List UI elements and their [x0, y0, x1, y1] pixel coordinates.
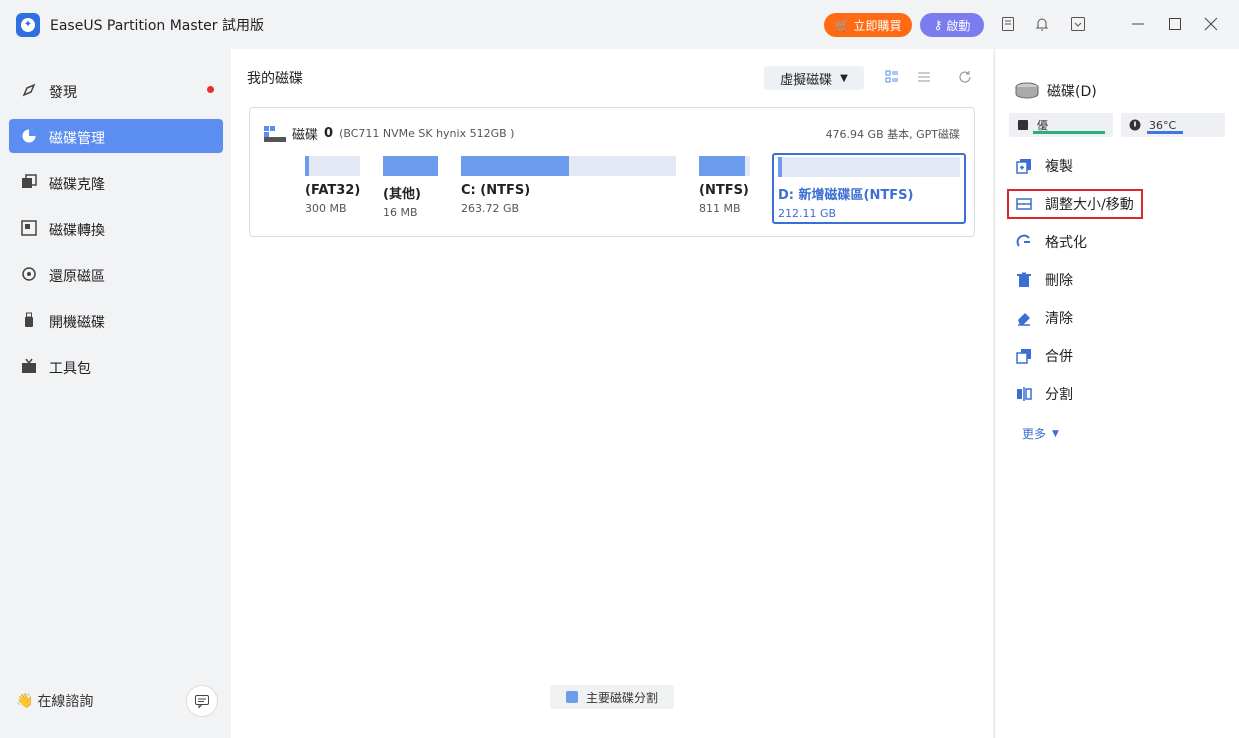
partition-d-selected[interactable]: D: 新增磁碟區(NTFS) 212.11 GB [772, 153, 966, 224]
resize-icon [1015, 195, 1033, 213]
app-title: EaseUS Partition Master 試用版 [50, 18, 264, 34]
close-icon[interactable] [1201, 14, 1221, 34]
partition-ntfs[interactable]: (NTFS) 811 MB [699, 156, 750, 215]
convert-icon [21, 220, 37, 236]
title-bar: ✦ EaseUS Partition Master 試用版 🛒 立即購買 ⚷ 啟… [0, 0, 1239, 48]
app-logo-icon: ✦ [16, 13, 40, 37]
key-icon: ⚷ [933, 18, 943, 32]
disk-icon [264, 125, 286, 142]
minimize-icon[interactable] [1128, 14, 1148, 34]
resize-move-button[interactable]: 調整大小/移動 [1007, 189, 1143, 219]
chat-button[interactable] [186, 685, 218, 717]
sidebar-item-boot-disk[interactable]: 開機磁碟 [9, 303, 223, 337]
delete-button[interactable]: 刪除 [1015, 267, 1215, 293]
sidebar-item-disk-clone[interactable]: 磁碟克隆 [9, 165, 223, 199]
usage-fill [699, 156, 745, 176]
recover-icon [22, 267, 36, 281]
chat-icon [195, 695, 209, 709]
sidebar-item-label: 發現 [49, 85, 77, 101]
notification-dot [207, 86, 214, 93]
grid-view-icon[interactable] [884, 69, 900, 85]
usage-fill [461, 156, 569, 176]
refresh-icon[interactable] [957, 69, 973, 85]
sidebar-item-label: 磁碟轉換 [49, 223, 105, 239]
legend-swatch [565, 691, 578, 703]
sidebar-item-disk-management[interactable]: 磁碟管理 [9, 119, 223, 153]
format-icon [1015, 233, 1033, 251]
buy-now-button[interactable]: 🛒 立即購買 [824, 13, 912, 37]
usage-fill [383, 156, 438, 176]
sidebar: 發現 磁碟管理 磁碟克隆 磁碟轉換 還原磁區 開機磁碟 工具包 👋 在線諮詢 [0, 48, 230, 738]
temperature-bar [1147, 131, 1183, 134]
wipe-button[interactable]: 清除 [1015, 305, 1215, 331]
list-view-icon[interactable] [916, 69, 932, 85]
temperature-status: 36°C [1121, 113, 1225, 137]
partition-other[interactable]: (其他) 16 MB [383, 156, 438, 219]
split-button[interactable]: 分割 [1015, 381, 1215, 407]
merge-button[interactable]: 合併 [1015, 343, 1215, 369]
split-icon [1015, 385, 1033, 403]
drive-icon [1015, 82, 1039, 99]
legend: 主要磁碟分割 [550, 685, 674, 709]
usb-icon [25, 312, 33, 327]
toolbox-icon [22, 358, 36, 373]
page-title: 我的磁碟 [247, 71, 303, 87]
eraser-icon [1015, 309, 1033, 327]
sidebar-item-discover[interactable]: 發現 [9, 73, 223, 107]
disk-header: 磁碟 0 (BC711 NVMe SK hynix 512GB ) [264, 124, 514, 143]
usage-fill [778, 157, 782, 177]
right-panel: 磁碟(D) 優 36°C 複製 調整大小/移動 格式化 刪除 清除 合併 分割 … [994, 49, 1239, 738]
activate-button[interactable]: ⚷ 啟動 [920, 13, 984, 37]
bell-icon[interactable] [1032, 14, 1052, 34]
sidebar-item-disk-convert[interactable]: 磁碟轉換 [9, 211, 223, 245]
partition-c[interactable]: C: (NTFS) 263.72 GB [461, 156, 676, 215]
merge-icon [1015, 347, 1033, 365]
caret-down-icon: ▼ [840, 72, 848, 84]
maximize-icon[interactable] [1165, 14, 1185, 34]
selected-partition-title: 磁碟(D) [1015, 81, 1097, 101]
sidebar-item-toolkit[interactable]: 工具包 [9, 349, 223, 383]
health-bar [1033, 131, 1105, 134]
online-consult-link[interactable]: 👋 在線諮詢 [16, 691, 93, 711]
thermometer-icon [1129, 119, 1141, 131]
caret-down-icon: ▼ [1052, 428, 1059, 439]
sidebar-item-label: 開機磁碟 [49, 315, 105, 331]
disk-health-icon [1018, 120, 1028, 130]
disk-info: 476.94 GB 基本, GPT磁碟 [825, 128, 960, 141]
copy-button[interactable]: 複製 [1015, 153, 1215, 179]
sidebar-item-label: 磁碟管理 [49, 131, 105, 147]
copy-icon [1015, 157, 1033, 175]
sidebar-item-label: 工具包 [49, 361, 91, 377]
pie-chart-icon [22, 129, 36, 143]
sidebar-item-label: 磁碟克隆 [49, 177, 105, 193]
usage-fill [305, 156, 310, 176]
sidebar-item-label: 還原磁區 [49, 269, 105, 285]
virtual-disk-dropdown[interactable]: 虛擬磁碟 ▼ [764, 66, 864, 90]
compass-icon [22, 83, 36, 97]
wave-hand-icon: 👋 [16, 693, 34, 709]
more-dropdown[interactable]: 更多 ▼ [1022, 425, 1059, 442]
trash-icon [1015, 271, 1033, 289]
main-panel: 我的磁碟 虛擬磁碟 ▼ 磁碟 0 (BC711 NVMe SK hynix 51… [231, 49, 993, 738]
cart-icon: 🛒 [834, 18, 850, 32]
notes-icon[interactable] [998, 14, 1018, 34]
clone-icon [22, 174, 37, 188]
disk-card[interactable]: 磁碟 0 (BC711 NVMe SK hynix 512GB ) 476.94… [249, 107, 975, 237]
format-button[interactable]: 格式化 [1015, 229, 1215, 255]
menu-dropdown-icon[interactable] [1068, 14, 1088, 34]
sidebar-item-partition-recovery[interactable]: 還原磁區 [9, 257, 223, 291]
health-status: 優 [1009, 113, 1113, 137]
partition-fat32[interactable]: (FAT32) 300 MB [305, 156, 360, 215]
